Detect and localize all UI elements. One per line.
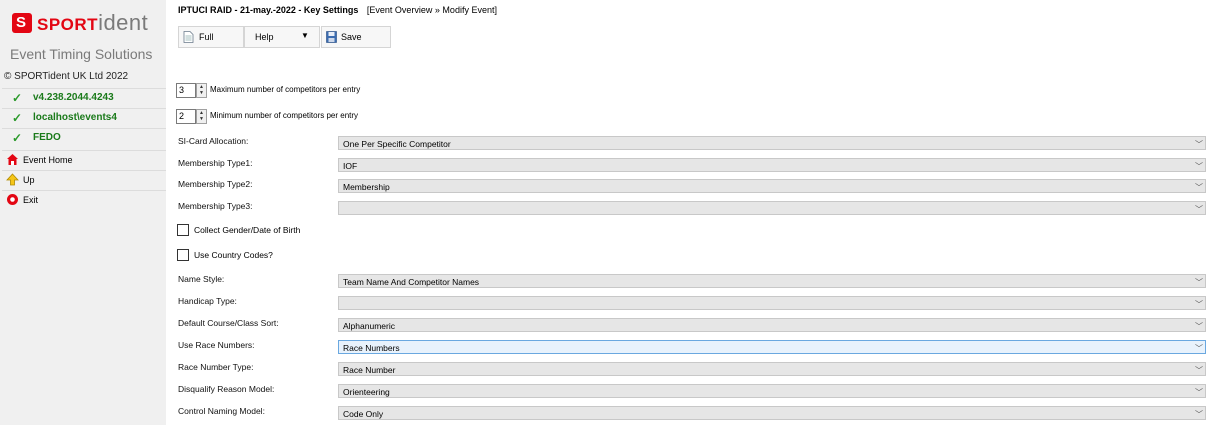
name-style-label: Name Style: xyxy=(178,274,225,284)
disqualify-reason-model-label: Disqualify Reason Model: xyxy=(178,384,275,394)
handicap-type-label: Handicap Type: xyxy=(178,296,237,306)
status-database: ✓ localhost\events4 xyxy=(2,108,166,128)
exit-icon xyxy=(6,193,20,207)
chevron-down-icon: ﹀ xyxy=(1195,183,1203,192)
disqualify-reason-model-select[interactable]: Orienteering ﹀ xyxy=(338,384,1206,398)
check-icon: ✓ xyxy=(12,91,23,105)
chevron-down-icon: ﹀ xyxy=(1195,344,1203,353)
si-card-allocation-select[interactable]: One Per Specific Competitor ﹀ xyxy=(338,136,1206,150)
status-event: ✓ FEDO xyxy=(2,128,166,148)
logo-mark: S xyxy=(12,13,32,33)
use-race-numbers-select[interactable]: Race Numbers ﹀ xyxy=(338,340,1206,354)
membership-type1-select[interactable]: IOF ﹀ xyxy=(338,158,1206,172)
sidebar: S SPORTident Event Timing Solutions © SP… xyxy=(0,0,166,425)
default-course-class-sort-select[interactable]: Alphanumeric ﹀ xyxy=(338,318,1206,332)
sportident-logo: S SPORTident xyxy=(12,10,162,40)
logo-wordmark: SPORTident xyxy=(37,10,149,35)
chevron-down-icon: ﹀ xyxy=(1195,300,1203,309)
chevron-down-icon: ﹀ xyxy=(1195,366,1203,375)
help-dropdown[interactable]: Help ▼ xyxy=(244,26,320,48)
chevron-down-icon: ﹀ xyxy=(1195,205,1203,214)
si-card-allocation-label: SI-Card Allocation: xyxy=(178,136,249,146)
max-competitors-label: Maximum number of competitors per entry xyxy=(210,85,361,94)
chevron-down-icon: ﹀ xyxy=(1195,410,1203,419)
tagline: Event Timing Solutions xyxy=(10,46,153,62)
chevron-down-icon: ﹀ xyxy=(1195,140,1203,149)
chevron-down-icon: ﹀ xyxy=(1195,322,1203,331)
check-icon: ✓ xyxy=(12,131,23,145)
check-icon: ✓ xyxy=(12,111,23,125)
membership-type3-select[interactable]: ﹀ xyxy=(338,201,1206,215)
save-icon xyxy=(326,31,337,43)
stepper-arrows-icon[interactable]: ▲ ▼ xyxy=(196,83,207,98)
membership-type1-label: Membership Type1: xyxy=(178,158,253,168)
stepper-arrows-icon[interactable]: ▲ ▼ xyxy=(196,109,207,124)
full-button[interactable]: Full xyxy=(178,26,244,48)
control-naming-model-select[interactable]: Code Only ﹀ xyxy=(338,406,1206,420)
home-icon xyxy=(6,153,20,167)
membership-type2-label: Membership Type2: xyxy=(178,179,253,189)
name-style-select[interactable]: Team Name And Competitor Names ﹀ xyxy=(338,274,1206,288)
chevron-down-icon: ﹀ xyxy=(1195,162,1203,171)
breadcrumb[interactable]: [Event Overview » Modify Event] xyxy=(367,5,497,15)
membership-type2-select[interactable]: Membership ﹀ xyxy=(338,179,1206,193)
up-arrow-icon xyxy=(6,173,20,187)
membership-type3-label: Membership Type3: xyxy=(178,201,253,211)
handicap-type-select[interactable]: ﹀ xyxy=(338,296,1206,310)
page-title: IPTUCI RAID - 21-may.-2022 - Key Setting… xyxy=(178,5,497,15)
control-naming-model-label: Control Naming Model: xyxy=(178,406,265,416)
chevron-down-icon: ﹀ xyxy=(1195,278,1203,287)
sidebar-item-event-home[interactable]: Event Home xyxy=(2,150,166,170)
copyright: © SPORTident UK Ltd 2022 xyxy=(4,71,129,82)
race-number-type-label: Race Number Type: xyxy=(178,362,254,372)
checkbox-box[interactable] xyxy=(177,224,189,236)
default-course-class-sort-label: Default Course/Class Sort: xyxy=(178,318,279,328)
save-button[interactable]: Save xyxy=(321,26,391,48)
status-version: ✓ v4.238.2044.4243 xyxy=(2,88,166,108)
sidebar-item-up[interactable]: Up xyxy=(2,170,166,190)
checkbox-box[interactable] xyxy=(177,249,189,261)
use-race-numbers-label: Use Race Numbers: xyxy=(178,340,255,350)
document-icon xyxy=(183,31,194,43)
page-title-text: IPTUCI RAID - 21-may.-2022 - Key Setting… xyxy=(178,5,359,15)
chevron-down-icon: ﹀ xyxy=(1195,388,1203,397)
min-competitors-label: Minimum number of competitors per entry xyxy=(210,111,359,120)
min-competitors-input[interactable]: 2 xyxy=(176,109,196,124)
sidebar-item-exit[interactable]: Exit xyxy=(2,190,166,210)
max-competitors-input[interactable]: 3 xyxy=(176,83,196,98)
chevron-down-icon: ▼ xyxy=(301,31,309,40)
race-number-type-select[interactable]: Race Number ﹀ xyxy=(338,362,1206,376)
